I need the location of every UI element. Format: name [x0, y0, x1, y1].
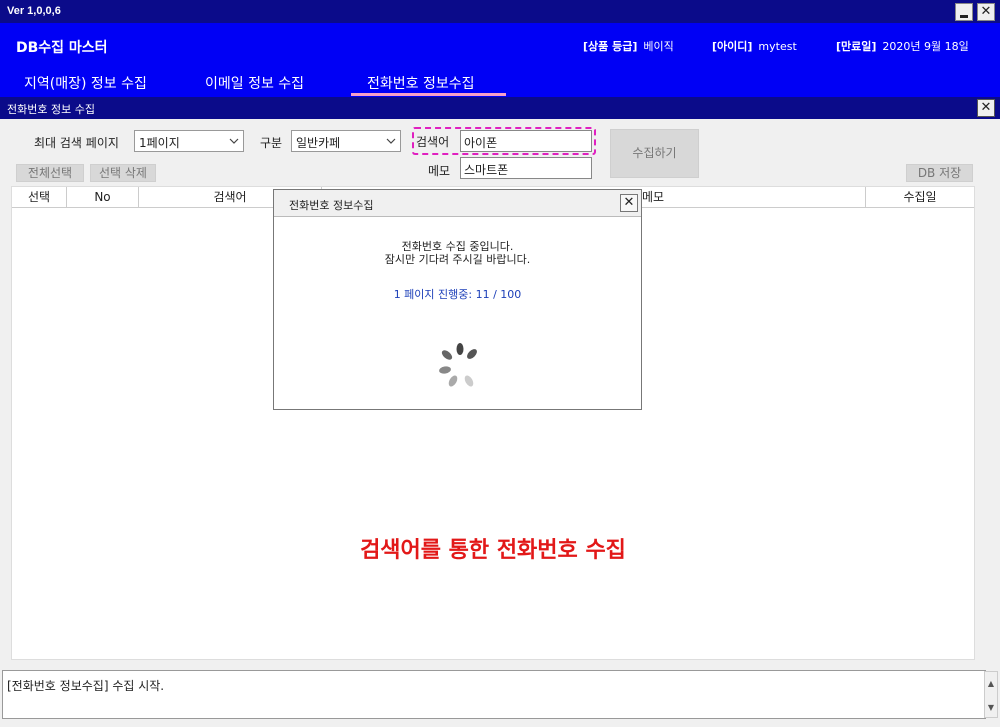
- category-label: 구분: [260, 136, 283, 150]
- keyword-label: 검색어: [416, 135, 450, 149]
- id-label: [아이디]: [712, 40, 753, 53]
- db-save-button[interactable]: DB 저장: [906, 164, 973, 182]
- window-titlebar: Ver 1,0,0,6 ✕: [0, 0, 1000, 23]
- column-select[interactable]: 선택: [12, 187, 67, 207]
- max-pages-value: 1페이지: [139, 136, 180, 150]
- product-grade: [상품 등급] 베이직: [583, 38, 674, 54]
- dialog-title: 전화번호 정보수집: [289, 199, 374, 212]
- dialog-progress-text: 1 페이지 진행중: 11 / 100: [393, 288, 522, 301]
- close-icon: ✕: [980, 100, 992, 115]
- dialog-header: 전화번호 정보수집 ✕: [274, 190, 641, 217]
- max-pages-select[interactable]: 1페이지: [134, 130, 244, 152]
- panel-titlebar: 전화번호 정보 수집 ✕: [0, 97, 1000, 119]
- memo-input[interactable]: 스마트폰: [460, 157, 592, 179]
- max-pages-label: 최대 검색 페이지: [34, 136, 119, 150]
- tab-email-info[interactable]: 이메일 정보 수집: [205, 73, 304, 93]
- column-date[interactable]: 수집일: [866, 187, 974, 207]
- category-select[interactable]: 일반카페: [291, 130, 401, 152]
- delete-selected-button[interactable]: 선택 삭제: [90, 164, 156, 182]
- select-all-button[interactable]: 전체선택: [16, 164, 84, 182]
- column-no[interactable]: No: [67, 187, 139, 207]
- minimize-icon: [960, 15, 968, 18]
- panel-close-button[interactable]: ✕: [977, 99, 995, 117]
- expiry-date: [만료일] 2020년 9월 18일: [836, 38, 969, 54]
- app-title: DB수집 마스터: [16, 40, 108, 56]
- user-id: [아이디] mytest: [712, 38, 797, 54]
- version-label: Ver 1,0,0,6: [7, 5, 61, 17]
- memo-value: 스마트폰: [464, 163, 509, 177]
- dialog-message-line2: 잠시만 기다려 주시길 바랍니다.: [384, 253, 531, 266]
- category-value: 일반카페: [296, 136, 341, 150]
- grid-caption: 검색어를 통한 전화번호 수집: [360, 538, 626, 563]
- chevron-down-icon: [386, 138, 396, 144]
- expiry-label: [만료일]: [836, 40, 877, 53]
- grade-label: [상품 등급]: [583, 40, 638, 53]
- scroll-down-icon[interactable]: ▼: [985, 702, 997, 714]
- chevron-down-icon: [229, 138, 239, 144]
- window-close-button[interactable]: ✕: [977, 3, 995, 21]
- progress-dialog: 전화번호 정보수집 ✕ 전화번호 수집 중입니다. 잠시만 기다려 주시길 바랍…: [273, 189, 642, 410]
- close-icon: ✕: [980, 4, 992, 19]
- log-scrollbar[interactable]: ▲ ▼: [984, 671, 998, 718]
- keyword-value: 아이폰: [464, 136, 498, 150]
- log-panel: [전화번호 정보수집] 수집 시작.: [2, 670, 986, 719]
- tab-region-info[interactable]: 지역(매장) 정보 수집: [24, 73, 147, 93]
- close-icon: ✕: [623, 195, 635, 210]
- app-header: DB수집 마스터 [상품 등급] 베이직 [아이디] mytest [만료일] 202…: [0, 23, 1000, 97]
- keyword-input[interactable]: 아이폰: [460, 130, 592, 152]
- minimize-button[interactable]: [955, 3, 973, 21]
- tab-phone-info[interactable]: 전화번호 정보수집: [367, 73, 475, 93]
- loading-spinner-icon: [439, 343, 477, 387]
- id-value: mytest: [758, 40, 797, 53]
- expiry-value: 2020년 9월 18일: [882, 40, 969, 53]
- collect-button[interactable]: 수집하기: [610, 129, 699, 178]
- log-text: [전화번호 정보수집] 수집 시작.: [7, 679, 165, 693]
- panel-title: 전화번호 정보 수집: [7, 103, 95, 116]
- scroll-up-icon[interactable]: ▲: [985, 678, 997, 690]
- memo-label: 메모: [428, 164, 451, 178]
- grade-value: 베이직: [643, 40, 674, 53]
- dialog-close-button[interactable]: ✕: [620, 194, 638, 212]
- active-tab-indicator: [351, 93, 506, 96]
